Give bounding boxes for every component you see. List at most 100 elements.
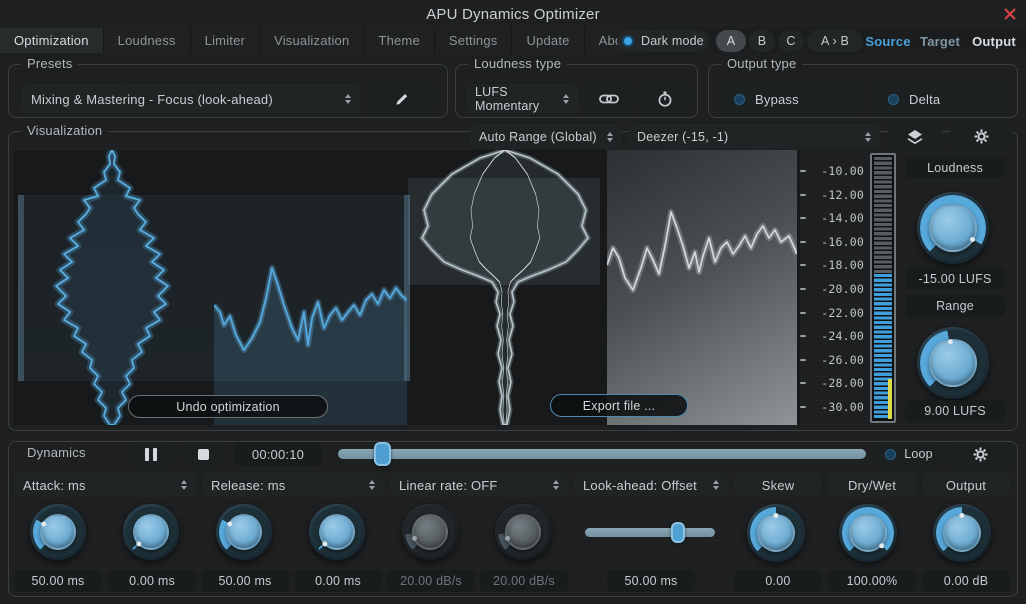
lookahead-mode-select[interactable]: Look-ahead: Offset: [574, 473, 728, 497]
spinner-icon: [181, 480, 187, 490]
presets-legend: Presets: [21, 56, 78, 71]
title-bar: APU Dynamics Optimizer: [0, 0, 1026, 28]
output-gain-knob[interactable]: [933, 504, 991, 562]
range-strip: [18, 195, 24, 381]
preset-edit-button[interactable]: [370, 84, 434, 114]
transport-track[interactable]: [338, 449, 866, 459]
dark-mode-dot-icon: [622, 35, 634, 47]
stopwatch-icon: [658, 91, 672, 107]
spinner-icon: [713, 480, 719, 490]
meter-peak-marker: [888, 379, 892, 419]
loop-label: Loop: [904, 447, 933, 461]
loudness-type-value: LUFS Momentary: [475, 85, 555, 113]
delta-label: Delta: [909, 92, 940, 107]
lookahead-track[interactable]: [585, 528, 715, 537]
dynamics-settings-button[interactable]: [948, 442, 1012, 466]
tab-visualization[interactable]: Visualization: [260, 28, 364, 53]
auto-range-value: Auto Range (Global): [479, 130, 597, 144]
skew-label: Skew: [734, 473, 822, 497]
auto-range-select[interactable]: Auto Range (Global): [470, 124, 622, 149]
axis-label: -24.00: [821, 329, 864, 343]
skew-knob[interactable]: [747, 504, 805, 562]
visualization-canvas[interactable]: Undo optimization Export file ...: [14, 150, 800, 425]
linear-rate-value: Linear rate: OFF: [399, 478, 498, 493]
loudness-knob-value: -15.00 LUFS: [905, 268, 1005, 290]
view-source-button[interactable]: Source: [864, 30, 912, 52]
release-time-knob[interactable]: [216, 504, 272, 560]
pencil-icon: [394, 91, 410, 107]
tab-optimization[interactable]: Optimization: [0, 28, 104, 53]
loop-dot-icon: [885, 449, 896, 460]
link-loudness-button[interactable]: [584, 84, 634, 114]
axis-label: -10.00: [821, 164, 864, 178]
visualization-legend: Visualization: [21, 123, 108, 138]
snapshot-a-button[interactable]: A: [716, 30, 746, 52]
copy-a-to-b-button[interactable]: A › B: [807, 30, 863, 52]
linear-rate-select[interactable]: Linear rate: OFF: [390, 473, 568, 497]
loop-toggle[interactable]: Loop: [876, 442, 942, 466]
output-label: Output: [922, 473, 1010, 497]
release-mode-select[interactable]: Release: ms: [202, 473, 384, 497]
lookahead-handle[interactable]: [671, 522, 685, 543]
spinner-icon: [607, 132, 613, 142]
output-gain-value: 0.00 dB: [922, 570, 1010, 592]
stop-icon: [198, 449, 209, 460]
undo-optimization-button[interactable]: Undo optimization: [128, 395, 328, 418]
snapshot-c-button[interactable]: C: [778, 30, 804, 52]
gear-icon: [973, 447, 988, 462]
linear-release-knob: [495, 504, 551, 560]
release-smooth-value: 0.00 ms: [294, 570, 382, 592]
transport-slider[interactable]: [338, 442, 866, 466]
drywet-knob[interactable]: [839, 504, 897, 562]
spinner-icon: [553, 480, 559, 490]
export-file-button[interactable]: Export file ...: [550, 394, 688, 417]
momentary-timer-button[interactable]: [640, 84, 690, 114]
dark-mode-toggle[interactable]: Dark mode: [617, 30, 709, 52]
spinner-icon: [345, 94, 351, 104]
attack-smooth-knob[interactable]: [123, 504, 179, 560]
tab-limiter[interactable]: Limiter: [191, 28, 260, 53]
view-output-button[interactable]: Output: [968, 30, 1020, 52]
transport-handle[interactable]: [374, 442, 391, 466]
attack-mode-value: Attack: ms: [23, 478, 86, 493]
loudness-axis: -10.00 -12.00 -14.00 -16.00 -18.00 -20.0…: [800, 165, 864, 413]
release-smooth-knob[interactable]: [309, 504, 365, 560]
transport-time: 00:00:10: [234, 442, 322, 466]
axis-label: -30.00: [821, 400, 864, 414]
tab-update[interactable]: Update: [512, 28, 584, 53]
range-knob[interactable]: [917, 327, 989, 399]
axis-label: -22.00: [821, 306, 864, 320]
view-target-button[interactable]: Target: [916, 30, 964, 52]
spinner-icon: [865, 132, 871, 142]
bypass-toggle[interactable]: Bypass: [720, 84, 862, 114]
delta-toggle[interactable]: Delta: [874, 84, 1008, 114]
axis-label: -20.00: [821, 282, 864, 296]
loudness-meter: [870, 153, 896, 423]
tab-loudness[interactable]: Loudness: [104, 28, 191, 53]
pause-icon: [145, 448, 157, 461]
attack-smooth-value: 0.00 ms: [108, 570, 196, 592]
close-icon[interactable]: [1002, 6, 1018, 22]
loudness-knob[interactable]: [917, 192, 989, 264]
lookahead-slider[interactable]: [585, 520, 715, 544]
visualization-settings-button[interactable]: [950, 124, 1012, 149]
axis-label: -14.00: [821, 211, 864, 225]
snapshot-b-button[interactable]: B: [749, 30, 775, 52]
tab-settings[interactable]: Settings: [435, 28, 513, 53]
loudness-type-select[interactable]: LUFS Momentary: [466, 84, 578, 114]
target-preset-select[interactable]: Deezer (-15, -1): [628, 124, 880, 149]
tab-theme[interactable]: Theme: [364, 28, 434, 53]
release-mode-value: Release: ms: [211, 478, 285, 493]
attack-mode-select[interactable]: Attack: ms: [14, 473, 196, 497]
layers-button[interactable]: [888, 124, 942, 149]
axis-label: -18.00: [821, 258, 864, 272]
stop-button[interactable]: [182, 442, 224, 466]
pause-button[interactable]: [130, 442, 172, 466]
linear-attack-knob: [402, 504, 458, 560]
preset-select[interactable]: Mixing & Mastering - Focus (look-ahead): [22, 84, 360, 114]
attack-time-knob[interactable]: [30, 504, 86, 560]
window-title: APU Dynamics Optimizer: [0, 6, 1026, 23]
axis-label: -12.00: [821, 188, 864, 202]
output-type-legend: Output type: [721, 56, 802, 71]
meter-segments-upper: [874, 157, 892, 274]
